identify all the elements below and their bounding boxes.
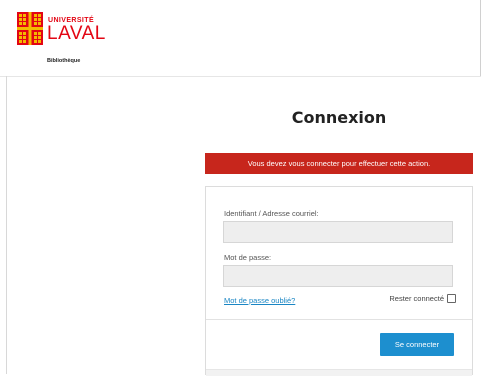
content-left-border [6, 76, 7, 374]
logo-bibliotheque-text: Bibliothèque [47, 58, 81, 64]
remember-me-label: Rester connecté [389, 294, 444, 303]
login-form: Identifiant / Adresse courriel: Mot de p… [205, 186, 473, 376]
remember-me-checkbox[interactable] [447, 294, 456, 303]
forgot-password-link[interactable]: Mot de passe oublié? [224, 296, 295, 305]
form-footer-edge [206, 369, 472, 376]
username-label: Identifiant / Adresse courriel: [224, 209, 319, 218]
logo-laval-text: LAVAL [47, 23, 106, 44]
page-title: Connexion [291, 108, 387, 127]
username-input[interactable] [223, 221, 453, 243]
password-input[interactable] [223, 265, 453, 287]
login-required-alert: Vous devez vous connecter pour effectuer… [205, 153, 473, 174]
form-divider [206, 319, 472, 320]
password-label: Mot de passe: [224, 253, 272, 262]
remember-me[interactable]: Rester connecté [389, 294, 456, 303]
crest-icon [17, 12, 43, 45]
universite-laval-logo[interactable]: UNIVERSITÉ LAVAL Bibliothèque [17, 12, 117, 72]
site-header: UNIVERSITÉ LAVAL Bibliothèque [0, 0, 481, 77]
login-button[interactable]: Se connecter [380, 333, 454, 356]
